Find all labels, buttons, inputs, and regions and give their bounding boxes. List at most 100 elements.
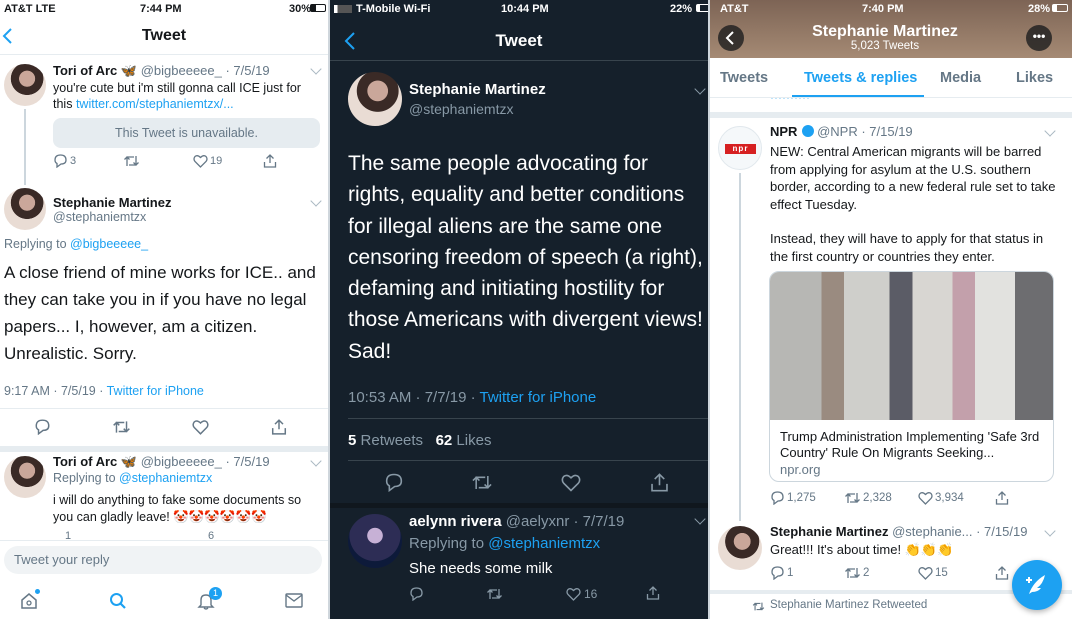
like-count: 6 [208, 530, 215, 540]
share-icon[interactable] [995, 491, 1009, 505]
tab-likes[interactable]: Likes [1016, 70, 1053, 86]
card-title: Trump Administration Implementing 'Safe … [780, 429, 1040, 460]
page-title: Tweet [495, 31, 543, 50]
compose-button[interactable] [1012, 560, 1062, 610]
author-name[interactable]: Tori of Arc 🦋 [53, 454, 137, 469]
status-carrier: AT&T LTE [4, 3, 56, 15]
main-tweet-text: The same people advocating for rights, e… [348, 152, 703, 363]
chevron-down-icon[interactable] [310, 195, 322, 207]
avatar[interactable] [4, 456, 46, 498]
like-icon[interactable] [192, 419, 209, 435]
tweet-timestamp: 9:17 AM · 7/5/19 · Twitter for iPhone [4, 384, 204, 398]
share-icon[interactable] [650, 473, 669, 492]
tweet-source[interactable]: Twitter for iPhone [479, 389, 596, 406]
replying-to-link[interactable]: @stephaniemtzx [488, 535, 600, 552]
reply-icon[interactable] [34, 419, 51, 435]
status-time: 7:44 PM [140, 3, 182, 15]
tweet-actions: 1,275 2,328 3,934 [770, 491, 1060, 507]
tab-tweets[interactable]: Tweets [720, 70, 768, 86]
like-icon[interactable] [918, 491, 933, 505]
author-name[interactable]: Stephanie Martinez [770, 524, 888, 539]
retweet-icon[interactable] [844, 566, 861, 580]
author-handle: @bigbeeeee_ · 7/5/19 [140, 454, 270, 469]
engagement-stats: 5 Retweets 62 Likes [348, 432, 491, 449]
author-name[interactable]: Stephanie Martinez [409, 81, 546, 98]
replying-to-link[interactable]: @stephaniemtzx [119, 471, 212, 485]
likes-label[interactable]: Likes [456, 432, 491, 449]
search-icon[interactable] [109, 592, 127, 610]
retweet-icon[interactable] [486, 587, 503, 601]
tweet-header: Tori of Arc 🦋 @bigbeeeee_ · 7/5/19 [53, 454, 270, 470]
reply-input[interactable]: Tweet your reply [4, 546, 322, 574]
author-name[interactable]: aelynn rivera [409, 513, 502, 530]
tweet-header: Tori of Arc 🦋 @bigbeeeee_ · 7/5/19 [53, 63, 270, 79]
avatar[interactable] [4, 64, 46, 106]
replying-to: Replying to @stephaniemtzx [53, 471, 213, 485]
author-handle: @aelyxnr · 7/7/19 [505, 513, 625, 530]
reply-icon[interactable] [409, 587, 424, 601]
mail-icon[interactable] [285, 593, 303, 608]
battery-icon [310, 4, 326, 12]
tweet-actions: 3 19 [53, 154, 323, 170]
status-battery: 22% [670, 3, 693, 15]
npr-logo: npr [725, 144, 756, 154]
chevron-down-icon[interactable] [694, 513, 706, 525]
compose-icon [1026, 575, 1045, 594]
replying-to-link[interactable]: @bigbeeeee_ [70, 237, 148, 251]
tweet-text: Instead, they will have to apply for tha… [770, 231, 1044, 264]
chevron-down-icon[interactable] [1044, 125, 1056, 137]
tweet-timestamp: 10:53 AM · 7/7/19 · Twitter for iPhone [348, 389, 597, 406]
page-title: Tweet [141, 27, 187, 44]
author-name[interactable]: NPR [770, 124, 797, 139]
like-icon[interactable] [918, 566, 933, 580]
like-icon[interactable] [561, 473, 581, 492]
more-options-icon[interactable]: ••• [1026, 25, 1052, 51]
share-icon[interactable] [271, 419, 287, 435]
tweet-header: Stephanie Martinez @stephanie... · 7/15/… [770, 524, 1027, 539]
tweet-header: NPR @NPR · 7/15/19 [770, 124, 913, 139]
share-icon[interactable] [995, 566, 1009, 580]
like-icon[interactable] [193, 154, 208, 168]
home-unread-dot [35, 589, 40, 594]
status-carrier: T-Mobile Wi-Fi [356, 3, 431, 15]
author-name[interactable]: Tori of Arc 🦋 [53, 63, 137, 78]
avatar[interactable] [4, 188, 46, 230]
share-icon[interactable] [646, 586, 660, 600]
tab-tweets-replies[interactable]: Tweets & replies [804, 70, 917, 86]
chevron-down-icon[interactable] [694, 83, 706, 95]
reply-icon[interactable] [770, 566, 785, 580]
link-card[interactable]: Trump Administration Implementing 'Safe … [769, 271, 1054, 482]
tweet-source[interactable]: Twitter for iPhone [107, 384, 204, 398]
retweet-icon[interactable] [112, 419, 131, 435]
retweets-label[interactable]: Retweets [361, 432, 424, 449]
avatar[interactable] [348, 72, 402, 126]
tweet-link[interactable]: twitter.com/stephaniemtzx/... [76, 97, 234, 111]
chevron-down-icon[interactable] [310, 455, 322, 467]
tweet-actions: 16 [409, 586, 699, 604]
author-name[interactable]: Stephanie Martinez [53, 195, 171, 210]
tab-media[interactable]: Media [940, 70, 981, 86]
status-battery: 28% [1028, 3, 1051, 15]
chevron-down-icon[interactable] [310, 63, 322, 75]
chevron-down-icon[interactable] [1044, 525, 1056, 537]
like-count: 16 [584, 587, 598, 601]
retweet-icon[interactable] [471, 473, 493, 492]
retweet-icon[interactable] [844, 491, 861, 505]
reply-icon[interactable] [770, 491, 785, 505]
home-icon[interactable] [20, 592, 38, 610]
share-icon[interactable] [263, 154, 277, 168]
author-handle: @NPR · 7/15/19 [817, 124, 913, 139]
status-time: 7:40 PM [862, 3, 904, 15]
notification-badge: 1 [209, 587, 222, 600]
retweet-icon[interactable] [123, 154, 140, 168]
like-icon[interactable] [566, 587, 581, 601]
profile-tabs: Tweets Tweets & replies Media Likes [710, 58, 1072, 98]
tweet-text: you're cute but i'm still gonna call ICE… [53, 81, 301, 111]
avatar[interactable] [718, 526, 762, 570]
reply-icon[interactable] [53, 154, 68, 168]
reply-count: 1 [787, 567, 794, 579]
avatar[interactable] [348, 514, 402, 568]
avatar[interactable]: npr [718, 126, 762, 170]
reply-icon[interactable] [384, 473, 404, 492]
retweet-count: 5 [348, 432, 357, 449]
